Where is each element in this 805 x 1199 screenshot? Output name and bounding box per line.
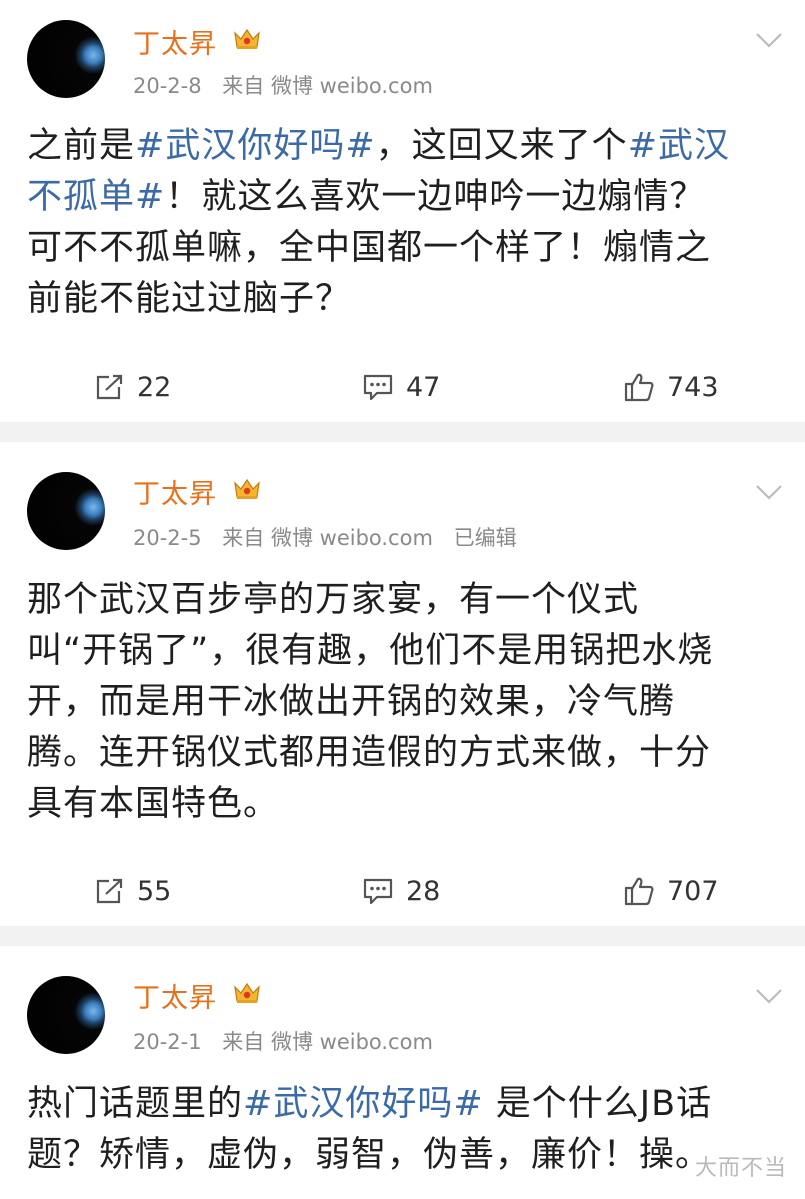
username[interactable]: 丁太昇 — [133, 472, 217, 511]
edited-label[interactable]: 已编辑 — [454, 526, 517, 550]
vip-crown-icon — [234, 982, 260, 1003]
content-line: 之前是#武汉你好吗#，这回又来了个#武汉 — [27, 121, 782, 172]
like-button[interactable]: 707 — [623, 866, 719, 916]
content-text: 开，而是用干冰做出开锅的效果，冷气腾 — [27, 682, 676, 722]
like-button[interactable]: 743 — [623, 362, 719, 412]
comment-button[interactable]: 28 — [362, 866, 440, 916]
content-line: 具有本国特色。 — [27, 779, 782, 830]
like-count: 743 — [667, 371, 719, 403]
vip-crown-icon — [234, 478, 260, 499]
hashtag-link[interactable]: #武汉你好吗# — [135, 126, 376, 166]
post-actions: 22 47 743 — [0, 362, 805, 412]
post-date: 20-2-8 — [133, 74, 202, 98]
post-separator — [0, 422, 805, 442]
hashtag-link[interactable]: #武汉 — [628, 126, 730, 166]
content-line: 不孤单#！就这么喜欢一边呻吟一边煽情？ — [27, 172, 782, 223]
post-meta: 20-2-5 来自 微博 weibo.com 已编辑 — [133, 522, 531, 552]
post-date: 20-2-5 — [133, 526, 202, 550]
repost-icon — [96, 374, 123, 400]
content-text: 腾。连开锅仪式都用造假的方式来做，十分 — [27, 733, 712, 773]
post-meta: 20-2-8 来自 微博 weibo.com — [133, 70, 447, 100]
content-line: 开，而是用干冰做出开锅的效果，冷气腾 — [27, 677, 782, 728]
content-text: 是个什么JB话 — [483, 1084, 713, 1124]
content-text: 题？矫情，虚伪，弱智，伪善，廉价！操。 — [27, 1135, 712, 1175]
content-text: ！就这么喜欢一边呻吟一边煽情？ — [165, 177, 706, 217]
vip-crown-icon — [234, 28, 260, 49]
post-content: 那个武汉百步亭的万家宴，有一个仪式叫“开锅了”，很有趣，他们不是用锅把水烧 开，而… — [27, 575, 782, 830]
username[interactable]: 丁太昇 — [133, 22, 217, 61]
post-content: 热门话题里的#武汉你好吗# 是个什么JB话题？矫情，虚伪，弱智，伪善，廉价！操。 — [27, 1079, 782, 1181]
weibo-post: 丁太昇 20-2-8 来自 微博 weibo.com 之前是#武汉你好吗#，这回… — [0, 0, 805, 422]
repost-count: 55 — [137, 875, 172, 907]
chevron-down-icon[interactable] — [755, 32, 783, 48]
post-source[interactable]: 来自 微博 weibo.com — [222, 74, 433, 98]
repost-button[interactable]: 55 — [95, 866, 171, 916]
post-source[interactable]: 来自 微博 weibo.com — [222, 526, 433, 550]
watermark: 大而不当 — [695, 1156, 788, 1181]
chevron-down-icon[interactable] — [755, 484, 783, 500]
content-text: 那个武汉百步亭的万家宴，有一个仪式 — [27, 580, 640, 620]
like-icon — [624, 373, 654, 402]
like-icon — [624, 877, 654, 906]
content-text: 叫“开锅了”，很有趣，他们不是用锅把水烧 — [27, 631, 714, 671]
content-line: 前能不能过过脑子？ — [27, 274, 782, 325]
content-text: 之前是 — [27, 126, 136, 166]
post-meta: 20-2-1 来自 微博 weibo.com — [133, 1026, 447, 1056]
post-source[interactable]: 来自 微博 weibo.com — [222, 1030, 433, 1054]
content-line: 叫“开锅了”，很有趣，他们不是用锅把水烧 — [27, 626, 782, 677]
post-separator — [0, 926, 805, 946]
content-text: 热门话题里的 — [27, 1084, 244, 1124]
content-line: 题？矫情，虚伪，弱智，伪善，廉价！操。 — [27, 1130, 782, 1181]
post-content: 之前是#武汉你好吗#，这回又来了个#武汉 不孤单#！就这么喜欢一边呻吟一边煽情？可… — [27, 121, 782, 325]
hashtag-link[interactable]: #武汉你好吗# — [243, 1084, 484, 1124]
comment-icon — [363, 374, 393, 401]
weibo-post: 丁太昇 20-2-1 来自 微博 weibo.com 热门话题里的#武汉你好吗#… — [0, 946, 805, 1199]
avatar[interactable] — [27, 976, 105, 1054]
comment-count: 47 — [406, 371, 441, 403]
repost-button[interactable]: 22 — [95, 362, 171, 412]
content-text: 可不不孤单嘛，全中国都一个样了！煽情之 — [27, 228, 712, 268]
content-text: 前能不能过过脑子？ — [27, 279, 352, 319]
post-actions: 55 28 707 — [0, 866, 805, 916]
content-line: 可不不孤单嘛，全中国都一个样了！煽情之 — [27, 223, 782, 274]
repost-icon — [96, 878, 123, 904]
content-text: 具有本国特色。 — [27, 784, 280, 824]
avatar[interactable] — [27, 472, 105, 550]
comment-icon — [363, 878, 393, 905]
comment-count: 28 — [406, 875, 441, 907]
comment-button[interactable]: 47 — [362, 362, 440, 412]
like-count: 707 — [667, 875, 719, 907]
repost-count: 22 — [137, 371, 172, 403]
content-line: 腾。连开锅仪式都用造假的方式来做，十分 — [27, 728, 782, 779]
chevron-down-icon[interactable] — [755, 988, 783, 1004]
post-date: 20-2-1 — [133, 1030, 202, 1054]
username[interactable]: 丁太昇 — [133, 976, 217, 1015]
content-text: ，这回又来了个 — [375, 126, 628, 166]
weibo-post: 丁太昇 20-2-5 来自 微博 weibo.com 已编辑 那个武汉百步亭的万… — [0, 442, 805, 926]
content-line: 那个武汉百步亭的万家宴，有一个仪式 — [27, 575, 782, 626]
avatar[interactable] — [27, 20, 105, 98]
hashtag-link[interactable]: 不孤单# — [27, 177, 165, 217]
content-line: 热门话题里的#武汉你好吗# 是个什么JB话 — [27, 1079, 782, 1130]
